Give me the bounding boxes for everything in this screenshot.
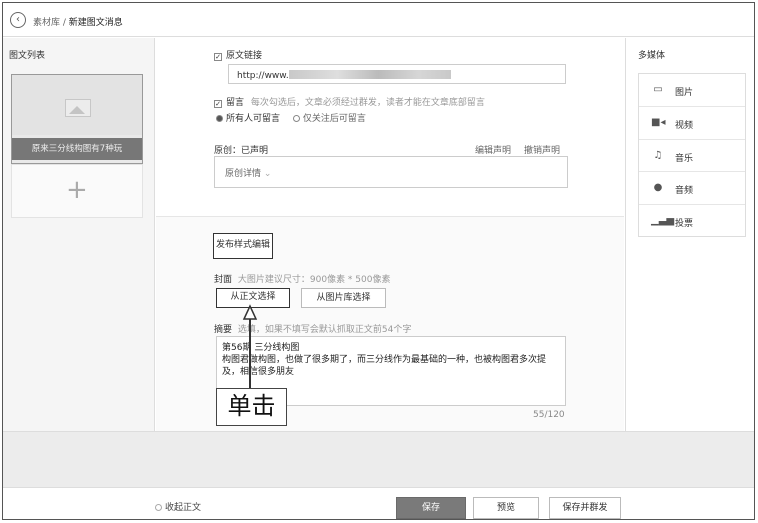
app-window: ‹ 素材库 / 新建图文消息 图文列表 原来三分线构图有7种玩 + ✓ 原文链接 … [2, 2, 755, 520]
callout-arrow [242, 304, 258, 388]
click-callout: 单击 [216, 388, 287, 426]
